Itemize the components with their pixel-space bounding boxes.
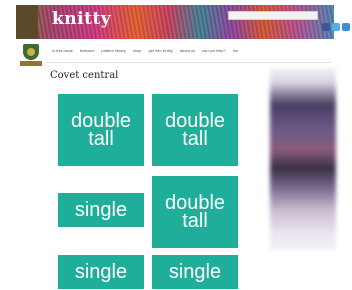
facebook-icon[interactable] xyxy=(322,23,330,31)
nav-item-shop[interactable]: shop xyxy=(133,48,142,58)
nav-item-in-this-issue[interactable]: in this issue xyxy=(52,48,73,58)
nav-item-can-we-help[interactable]: can we help? xyxy=(202,48,226,58)
tile-double-tall-3[interactable]: double tall xyxy=(152,176,238,248)
crest-ribbon xyxy=(20,61,42,66)
tile-label: double tall xyxy=(70,110,132,150)
tile-double-tall-1[interactable]: double tall xyxy=(58,94,144,166)
tile-single-2[interactable]: single xyxy=(58,255,144,289)
tile-single-1[interactable]: single xyxy=(58,193,144,227)
header-photo xyxy=(16,5,38,39)
search-input[interactable] xyxy=(228,11,318,20)
site-crest-logo[interactable] xyxy=(20,44,42,74)
header-banner: knitty xyxy=(16,5,350,39)
nav-item-about-us[interactable]: about us xyxy=(180,48,195,58)
tile-label: double tall xyxy=(164,110,226,150)
crest-icon xyxy=(23,44,39,60)
sidebar-ad-image[interactable] xyxy=(270,68,336,250)
nav-item-fun[interactable]: fun xyxy=(233,48,239,58)
tile-label: double tall xyxy=(164,192,226,232)
twitter-icon[interactable] xyxy=(332,23,340,31)
nav-divider xyxy=(46,62,332,63)
tile-label: single xyxy=(74,261,128,283)
nav-item-features[interactable]: features xyxy=(80,48,94,58)
tile-single-3[interactable]: single xyxy=(152,255,238,289)
nav-item-pattern-library[interactable]: pattern library xyxy=(101,48,125,58)
nav-item-get-into-knitty[interactable]: get into Knitty xyxy=(149,48,173,58)
page-title: Covet central xyxy=(50,70,119,81)
share-icon[interactable] xyxy=(342,23,350,31)
main-nav: in this issue features pattern library s… xyxy=(52,48,238,58)
tile-double-tall-2[interactable]: double tall xyxy=(152,94,238,166)
tile-label: single xyxy=(168,261,222,283)
site-logo-text[interactable]: knitty xyxy=(52,9,111,29)
tile-label: single xyxy=(74,199,128,221)
